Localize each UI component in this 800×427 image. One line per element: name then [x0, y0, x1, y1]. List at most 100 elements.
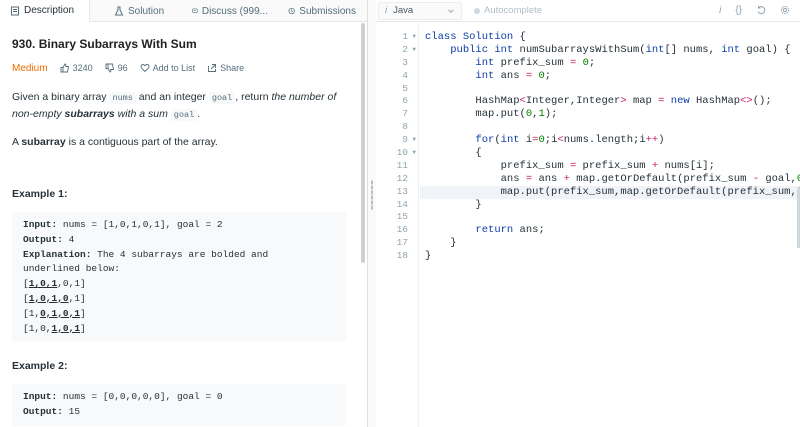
toggle-dot-icon: [474, 7, 480, 14]
tab-discuss-label: Discuss (999...: [201, 5, 268, 17]
tab-submissions-label: Submissions: [299, 5, 356, 17]
dislike-count: 96: [117, 63, 128, 73]
desc-text: , return: [235, 91, 272, 103]
fold-arrow-icon[interactable]: ▼: [412, 44, 416, 57]
info-icon: i: [385, 5, 388, 16]
desc-emphasis: with a sum: [114, 108, 171, 120]
input-label: Input:: [23, 391, 58, 403]
autocomplete-label: Autocomplete: [484, 5, 543, 16]
code-editor[interactable]: 1 ▼ 2 ▼ 3 4 5 6 7 8 9 ▼ 10 ▼ 11 12 13 14 15 …: [376, 23, 800, 427]
code-line[interactable]: return ans;: [425, 224, 800, 237]
language-label: Java: [393, 5, 414, 16]
desc-text: .: [197, 108, 201, 120]
line-number: 9 ▼: [402, 134, 416, 147]
autocomplete-toggle[interactable]: Autocomplete: [474, 5, 542, 16]
code-line[interactable]: }: [425, 250, 800, 263]
line-number: 12: [396, 172, 408, 184]
fold-arrow-icon[interactable]: ▼: [412, 134, 416, 147]
code-line[interactable]: public int numSubarraysWithSum(int[] num…: [425, 44, 800, 57]
code-line[interactable]: prefix_sum = prefix_sum + nums[i];: [425, 160, 800, 173]
language-select[interactable]: i Java: [378, 1, 462, 20]
example-1-input: Input: nums = [1,0,1,0,1], goal = 2: [23, 218, 335, 233]
fold-arrow-icon[interactable]: ▼: [412, 147, 416, 160]
example-1-block: Input: nums = [1,0,1,0,1], goal = 2 Outp…: [12, 212, 346, 343]
add-to-list-label: Add to List: [152, 63, 196, 73]
example-2-input: Input: nums = [0,0,0,0,0], goal = 0: [23, 390, 335, 405]
problem-title: 930. Binary Subarrays With Sum: [12, 37, 197, 51]
like-count: 3240: [72, 63, 93, 73]
row-text: [1,: [23, 307, 41, 319]
add-to-list-button[interactable]: Add to List: [140, 63, 196, 73]
code-line[interactable]: map.put(0,1);: [425, 108, 800, 121]
output-label: Output:: [23, 233, 63, 245]
row-text: ]: [80, 322, 86, 334]
row-underlined: 1,0,1,0: [28, 292, 69, 304]
code-line[interactable]: [425, 83, 800, 96]
problem-content: 930. Binary Subarrays With Sum Medium 32…: [0, 37, 367, 426]
tab-description[interactable]: Description: [0, 0, 90, 22]
line-number: 15: [396, 211, 408, 223]
code-line[interactable]: HashMap<Integer,Integer> map = new HashM…: [425, 95, 800, 108]
share-button[interactable]: Share: [207, 63, 244, 73]
output-label: Output:: [23, 406, 63, 418]
example-1-explanation: Explanation: The 4 subarrays are bolded …: [23, 248, 335, 263]
tab-discuss[interactable]: Discuss (999...: [182, 0, 278, 22]
inline-code: goal: [170, 109, 198, 121]
code-line[interactable]: ans = ans + map.getOrDefault(prefix_sum …: [425, 173, 800, 186]
example-2-title: Example 2:: [12, 360, 68, 373]
code-line[interactable]: [425, 211, 800, 224]
code-line-active[interactable]: map.put(prefix_sum,map.getOrDefault(pref…: [420, 185, 800, 199]
desc-text: Given a binary array: [12, 91, 110, 103]
example-1-row: [1,0,1,0,1]: [23, 292, 335, 307]
line-number: 11: [396, 159, 408, 171]
explanation-label: Explanation:: [23, 248, 92, 260]
code-lines[interactable]: class Solution { public int numSubarrays…: [420, 31, 800, 263]
like-button[interactable]: 3240: [60, 63, 93, 73]
line-number: 18: [396, 250, 408, 262]
code-line[interactable]: }: [425, 199, 800, 212]
code-line[interactable]: int prefix_sum = 0;: [425, 57, 800, 70]
dislike-button[interactable]: 96: [105, 63, 128, 73]
tab-solution[interactable]: Solution: [90, 0, 182, 22]
inline-code: goal: [208, 92, 236, 104]
reset-icon[interactable]: [756, 5, 766, 15]
editor-toolbar: i Java Autocomplete i {}: [376, 0, 800, 22]
desc-text: A: [12, 136, 22, 148]
code-line[interactable]: int ans = 0;: [425, 70, 800, 83]
row-text: ,1]: [68, 292, 86, 304]
problem-description: Given a binary array nums and an integer…: [12, 89, 357, 123]
example-2-output: Output: 15: [23, 405, 335, 420]
code-line[interactable]: [425, 121, 800, 134]
example-1-title: Example 1:: [12, 188, 68, 200]
description-scrollbar[interactable]: [361, 23, 365, 263]
description-icon: [11, 6, 19, 15]
pane-splitter[interactable]: [368, 0, 376, 427]
chevron-down-icon: [448, 8, 454, 13]
info-icon[interactable]: i: [719, 5, 721, 16]
code-line[interactable]: class Solution {: [425, 31, 800, 44]
code-line[interactable]: }: [425, 237, 800, 250]
share-label: Share: [220, 63, 245, 73]
code-line[interactable]: for(int i=0;i<nums.length;i++): [425, 134, 800, 147]
settings-icon[interactable]: [780, 5, 790, 15]
input-value: nums = [0,0,0,0,0], goal = 0: [57, 391, 223, 403]
desc-text: is a contiguous part of the array.: [65, 136, 218, 148]
share-icon: [208, 64, 217, 72]
difficulty-badge: Medium: [12, 62, 48, 74]
code-line[interactable]: {: [425, 147, 800, 160]
line-number: 16: [396, 224, 408, 236]
example-1-explanation-2: underlined below:: [23, 263, 120, 275]
example-1-row: [1,0,1,0,1]: [23, 322, 335, 337]
output-value: 4: [62, 233, 75, 245]
splitter-handle[interactable]: [371, 180, 373, 210]
fold-arrow-icon[interactable]: ▼: [412, 31, 416, 44]
history-icon: [288, 7, 295, 15]
flask-icon: [114, 6, 124, 16]
row-underlined: 0,1,0,1: [40, 307, 81, 319]
line-number: 1 ▼: [402, 31, 416, 44]
braces-icon[interactable]: {}: [735, 5, 742, 16]
thumbs-up-icon: [60, 63, 69, 73]
tab-submissions[interactable]: Submissions: [278, 0, 366, 22]
line-number: 6: [402, 95, 408, 107]
problem-meta: Medium 3240 96 Add to List Share: [12, 61, 355, 75]
